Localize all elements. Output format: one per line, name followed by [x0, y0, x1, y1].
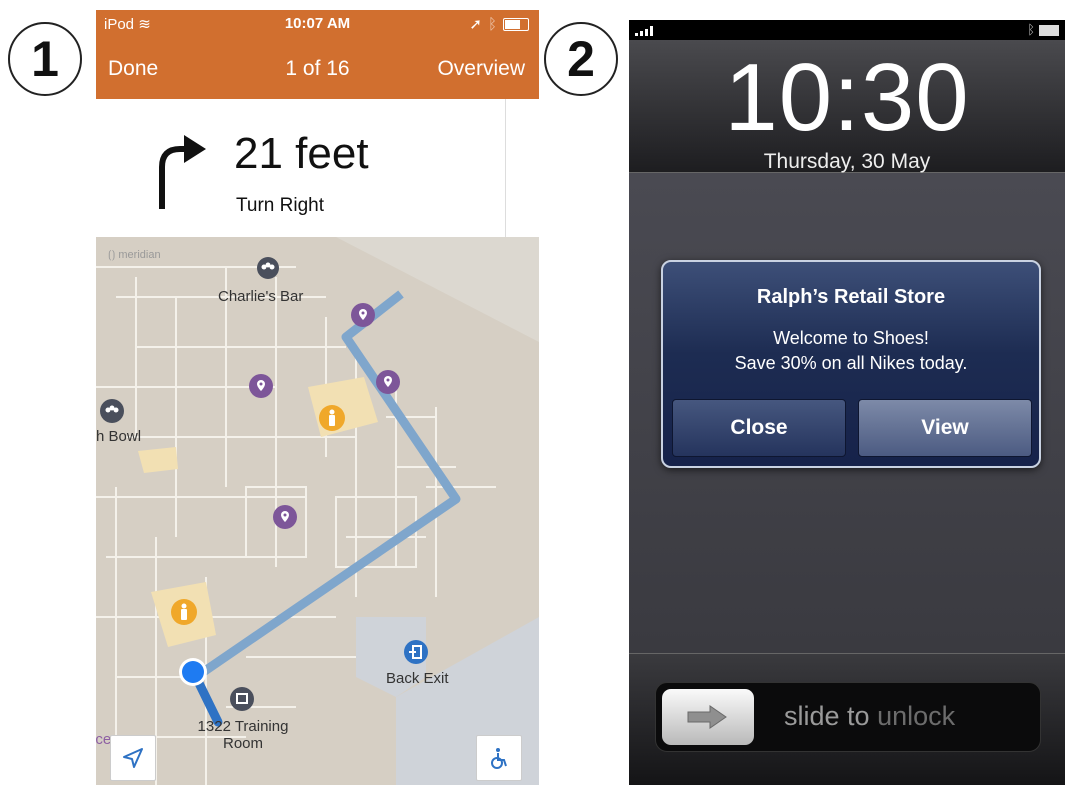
poi-pin-icon[interactable] — [351, 303, 375, 327]
arrow-right-icon — [687, 705, 727, 729]
training-room-line-1: 1322 Training — [197, 718, 289, 735]
step-badge-2: 2 — [544, 22, 618, 96]
panel-divider — [505, 99, 506, 237]
accessibility-button[interactable] — [476, 735, 522, 781]
turn-right-arrow-icon — [159, 135, 206, 209]
restroom-icon[interactable] — [319, 405, 345, 431]
unlock-slider-track[interactable]: slide to unlock — [655, 682, 1041, 752]
status-bar: iPod ≋ 10:07 AM ➚ ᛒ — [96, 10, 539, 36]
meridian-logo: ⟮⟯ meridian — [108, 249, 161, 261]
alert-title: Ralph’s Retail Store — [756, 286, 946, 308]
training-room-icon[interactable] — [230, 687, 254, 711]
signal-bars-icon — [635, 26, 653, 36]
poi-pin-icon[interactable] — [273, 505, 297, 529]
turn-direction: Turn Right — [236, 195, 324, 216]
lock-screen: ᛒ 10:30 Thursday, 30 May Ralph’s Retail … — [629, 20, 1065, 785]
to-word: to — [847, 701, 870, 731]
poi-pin-icon[interactable] — [249, 374, 273, 398]
wheelchair-icon — [491, 748, 507, 769]
ice-label: ice — [96, 731, 112, 748]
alert-message-line-2: Save 30% on all Nikes today. — [734, 353, 968, 373]
group-icon[interactable] — [100, 399, 124, 423]
back-exit-label: Back Exit — [386, 670, 449, 687]
bowl-label: h Bowl — [96, 428, 142, 445]
nav-header: iPod ≋ 10:07 AM ➚ ᛒ Done 1 of 16 Overvie… — [96, 10, 539, 99]
meridian-text: meridian — [118, 249, 161, 261]
location-arrow-icon: ➚ — [469, 16, 482, 33]
nav-bar: Done 1 of 16 Overview — [96, 57, 539, 87]
restroom-icon[interactable] — [171, 599, 197, 625]
unlock-slider-knob[interactable] — [662, 689, 754, 745]
overview-button[interactable]: Overview — [437, 57, 525, 81]
current-location-icon — [179, 658, 207, 686]
lock-date: Thursday, 30 May — [763, 150, 931, 173]
step-badge-1: 1 — [8, 22, 82, 96]
training-room-label: 1322 Training Room — [193, 718, 293, 752]
slide-word: slide — [784, 701, 840, 731]
battery-icon — [1039, 25, 1059, 36]
unlock-word: unlock — [877, 701, 956, 731]
locate-me-button[interactable] — [110, 735, 156, 781]
group-icon[interactable] — [257, 257, 279, 279]
bluetooth-icon: ᛒ — [1027, 22, 1035, 37]
view-button[interactable]: View — [858, 399, 1032, 457]
status-icons: ➚ ᛒ — [469, 15, 529, 33]
bluetooth-icon: ᛒ — [487, 15, 497, 33]
slide-to-unlock-label: slide to unlock — [784, 701, 955, 732]
location-arrow-icon — [123, 748, 143, 768]
training-room-line-2: Room — [222, 735, 263, 752]
exit-icon[interactable] — [404, 640, 428, 664]
navigation-screen: iPod ≋ 10:07 AM ➚ ᛒ Done 1 of 16 Overvie… — [96, 10, 539, 785]
lock-clock: 10:30 — [724, 44, 970, 151]
turn-distance: 21 feet — [234, 129, 369, 178]
instruction-panel: 21 feet Turn Right — [96, 99, 539, 237]
alert-message-line-1: Welcome to Shoes! — [773, 328, 929, 348]
clock-area: 10:30 Thursday, 30 May — [629, 40, 1065, 173]
poi-pin-icon[interactable] — [376, 370, 400, 394]
battery-icon — [503, 17, 529, 31]
map-canvas — [96, 237, 539, 785]
notification-alert: Ralph’s Retail Store Welcome to Shoes! S… — [661, 260, 1041, 468]
indoor-map[interactable]: ⟮⟯ meridian Charlie's Bar h Bowl Back Ex… — [96, 237, 539, 785]
close-button[interactable]: Close — [672, 399, 846, 457]
unlock-area: slide to unlock — [629, 653, 1065, 785]
status-bar: ᛒ — [629, 20, 1065, 40]
charlies-bar-label: Charlie's Bar — [218, 288, 304, 305]
